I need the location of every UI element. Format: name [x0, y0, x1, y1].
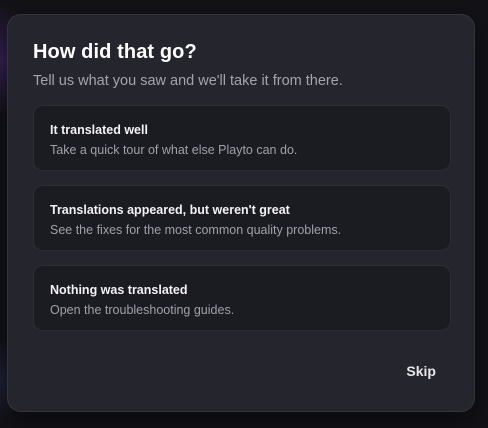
option-title: Translations appeared, but weren't great — [50, 203, 290, 217]
dialog-subtitle: Tell us what you saw and we'll take it f… — [33, 73, 343, 89]
feedback-dialog: How did that go? Tell us what you saw an… — [7, 14, 475, 412]
option-title: It translated well — [50, 123, 148, 137]
dialog-title: How did that go? — [33, 41, 197, 63]
option-description: Take a quick tour of what else Playto ca… — [50, 143, 298, 157]
option-translations-not-great[interactable]: Translations appeared, but weren't great… — [33, 185, 451, 251]
skip-button[interactable]: Skip — [398, 359, 444, 383]
option-description: See the fixes for the most common qualit… — [50, 223, 342, 237]
option-description: Open the troubleshooting guides. — [50, 303, 235, 317]
option-nothing-translated[interactable]: Nothing was translated Open the troubles… — [33, 265, 451, 331]
option-translated-well[interactable]: It translated well Take a quick tour of … — [33, 105, 451, 171]
option-title: Nothing was translated — [50, 283, 188, 297]
